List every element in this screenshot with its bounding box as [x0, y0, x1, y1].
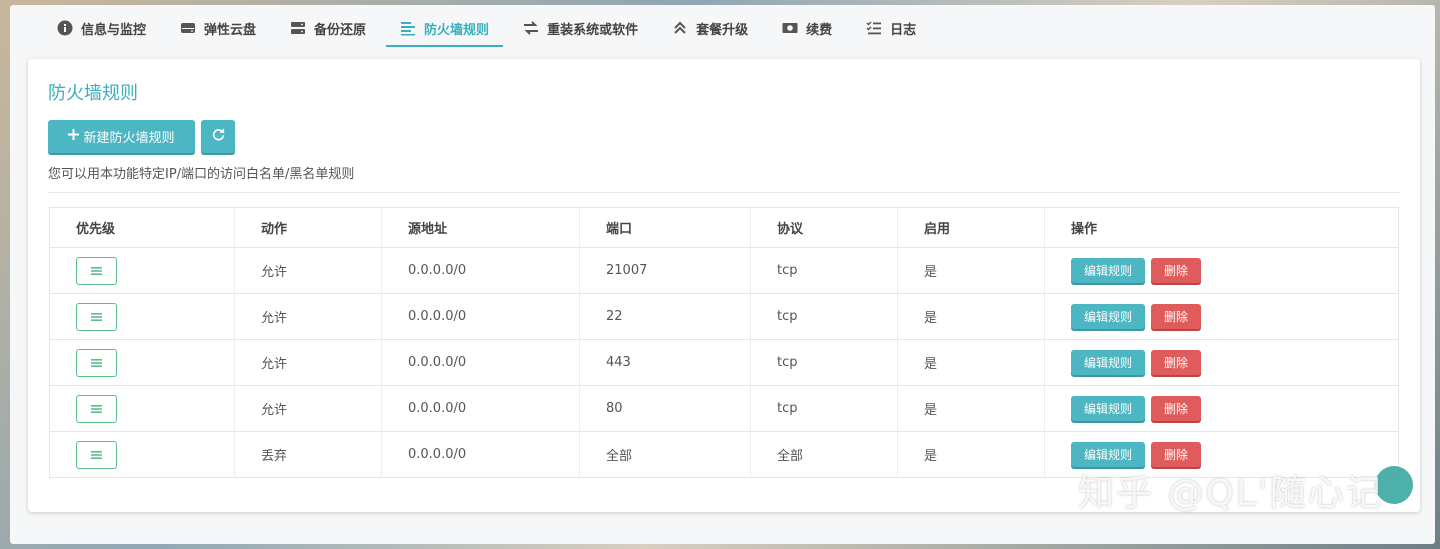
cell-port: 22	[580, 294, 751, 339]
table-row: 允许 0.0.0.0/0 80 tcp 是 编辑规则 删除	[50, 385, 1398, 431]
table-row: 允许 0.0.0.0/0 443 tcp 是 编辑规则 删除	[50, 339, 1398, 385]
drag-lines-icon	[91, 450, 102, 459]
cell-protocol: tcp	[751, 340, 898, 385]
edit-rule-button[interactable]: 编辑规则	[1071, 258, 1146, 283]
cell-protocol: tcp	[751, 248, 898, 293]
cell-port: 443	[580, 340, 751, 385]
cell-enabled: 是	[898, 340, 1045, 385]
cell-enabled: 是	[898, 248, 1045, 293]
tab-label: 防火墙规则	[424, 22, 490, 38]
swap-icon	[523, 20, 539, 36]
tab-log[interactable]: 日志	[852, 5, 930, 51]
checklist-icon	[866, 20, 882, 36]
tab-backup-restore[interactable]: 备份还原	[276, 5, 380, 51]
cell-port: 全部	[580, 432, 751, 477]
tab-label: 弹性云盘	[204, 22, 257, 38]
refresh-button[interactable]	[201, 120, 235, 153]
edit-rule-button[interactable]: 编辑规则	[1071, 396, 1146, 421]
server-icon	[290, 20, 306, 36]
cell-port: 80	[580, 386, 751, 431]
drag-handle[interactable]	[76, 256, 117, 285]
info-icon	[57, 20, 73, 36]
cell-action: 允许	[235, 386, 382, 431]
watermark: 知乎 @QL'随心记	[1078, 473, 1384, 514]
delete-button[interactable]: 删除	[1151, 396, 1202, 421]
tab-label: 套餐升级	[696, 22, 749, 38]
refresh-icon	[212, 128, 225, 145]
tab-label: 续费	[806, 22, 833, 38]
tab-label: 重装系统或软件	[547, 22, 639, 38]
drag-handle[interactable]	[76, 394, 117, 423]
delete-button[interactable]: 删除	[1151, 258, 1202, 283]
drag-lines-icon	[91, 266, 102, 275]
drag-lines-icon	[91, 358, 102, 367]
tab-info-monitor[interactable]: 信息与监控	[43, 5, 160, 51]
table-row: 允许 0.0.0.0/0 22 tcp 是 编辑规则 删除	[50, 293, 1398, 339]
drag-lines-icon	[91, 404, 102, 413]
edit-rule-button[interactable]: 编辑规则	[1071, 350, 1146, 375]
header-action: 动作	[235, 208, 382, 247]
cell-action: 允许	[235, 294, 382, 339]
header-priority: 优先级	[50, 208, 235, 247]
header-operations: 操作	[1071, 222, 1098, 237]
cell-enabled: 是	[898, 432, 1045, 477]
tab-firewall-rules[interactable]: 防火墙规则	[386, 5, 504, 51]
cell-protocol: tcp	[751, 386, 898, 431]
cell-protocol: 全部	[751, 432, 898, 477]
cell-source: 0.0.0.0/0	[382, 248, 580, 293]
cell-source: 0.0.0.0/0	[382, 386, 580, 431]
delete-button[interactable]: 删除	[1151, 350, 1202, 375]
page-title: 防火墙规则	[48, 83, 138, 104]
new-rule-button[interactable]: 新建防火墙规则	[48, 120, 195, 153]
chevrons-up-icon	[672, 20, 688, 36]
tab-elastic-disk[interactable]: 弹性云盘	[166, 5, 270, 51]
cell-enabled: 是	[898, 294, 1045, 339]
tab-upgrade[interactable]: 套餐升级	[658, 5, 762, 51]
header-port: 端口	[580, 208, 751, 247]
divider	[48, 192, 1400, 193]
cell-source: 0.0.0.0/0	[382, 294, 580, 339]
cell-action: 丢弃	[235, 432, 382, 477]
header-source: 源地址	[382, 208, 580, 247]
rules-table: 优先级 动作 源地址 端口 协议 启用 操作 允许 0.0.0.0/0 2100…	[49, 207, 1399, 478]
tab-label: 信息与监控	[81, 22, 147, 38]
header-protocol: 协议	[751, 208, 898, 247]
cell-action: 允许	[235, 340, 382, 385]
drag-handle[interactable]	[76, 440, 117, 469]
tab-renew[interactable]: 续费	[768, 5, 846, 51]
cell-protocol: tcp	[751, 294, 898, 339]
table-row: 允许 0.0.0.0/0 21007 tcp 是 编辑规则 删除	[50, 247, 1398, 293]
main-shell: 信息与监控 弹性云盘 备份还原 防火墙规则 重装系统或软件 套餐升级 续费 日志…	[10, 5, 1435, 544]
help-text: 您可以用本功能特定IP/端口的访问白名单/黑名单规则	[48, 167, 355, 182]
disk-icon	[180, 20, 196, 36]
tab-bar: 信息与监控 弹性云盘 备份还原 防火墙规则 重装系统或软件 套餐升级 续费 日志	[10, 5, 1435, 51]
drag-handle[interactable]	[76, 348, 117, 377]
drag-lines-icon	[91, 312, 102, 321]
cell-source: 0.0.0.0/0	[382, 432, 580, 477]
drag-handle[interactable]	[76, 302, 117, 331]
cell-action: 允许	[235, 248, 382, 293]
cell-source: 0.0.0.0/0	[382, 340, 580, 385]
edit-rule-button[interactable]: 编辑规则	[1071, 304, 1146, 329]
cell-enabled: 是	[898, 386, 1045, 431]
delete-button[interactable]: 删除	[1151, 304, 1202, 329]
tab-label: 备份还原	[314, 22, 367, 38]
plus-icon	[68, 129, 80, 144]
header-enabled: 启用	[898, 208, 1045, 247]
table-header: 优先级 动作 源地址 端口 协议 启用 操作	[50, 208, 1398, 247]
cell-port: 21007	[580, 248, 751, 293]
tab-reinstall[interactable]: 重装系统或软件	[509, 5, 652, 51]
money-icon	[782, 20, 798, 36]
new-rule-label: 新建防火墙规则	[83, 131, 175, 146]
firewall-panel: 防火墙规则 新建防火墙规则 您可以用本功能特定IP/端口的访问白名单/黑名单规则…	[28, 59, 1420, 512]
list-icon	[400, 20, 416, 36]
tab-label: 日志	[890, 22, 917, 38]
